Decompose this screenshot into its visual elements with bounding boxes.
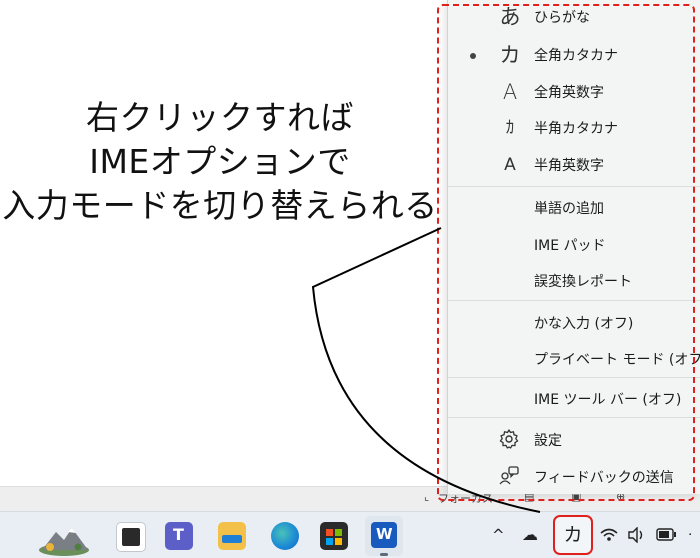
- volume-icon[interactable]: [628, 527, 646, 543]
- wifi-icon[interactable]: [600, 528, 618, 542]
- task-view-icon[interactable]: [116, 522, 146, 552]
- ime-mode-glyph: カ: [563, 524, 583, 546]
- tray-chevron-icon[interactable]: ^: [492, 526, 505, 544]
- store-icon[interactable]: [320, 522, 348, 550]
- file-explorer-icon[interactable]: [218, 522, 246, 550]
- annotation-line-2: IMEオプションで: [89, 142, 351, 181]
- onedrive-icon[interactable]: ☁: [522, 526, 538, 544]
- teams-icon[interactable]: T: [165, 522, 193, 550]
- annotation-line-3: 入力モードを切り替えられる: [2, 186, 438, 225]
- taskbar: T W ^ ☁ カ ᐧ: [0, 511, 700, 558]
- weather-widget-icon[interactable]: [38, 520, 90, 556]
- ime-mode-indicator[interactable]: カ: [553, 515, 593, 555]
- word-taskbar-button[interactable]: W: [365, 516, 403, 556]
- focus-icon: ⌞: [424, 490, 430, 503]
- edge-browser-icon[interactable]: [271, 522, 299, 550]
- annotation-line-1: 右クリックすれば: [86, 98, 354, 137]
- more-tray-icon[interactable]: ᐧ: [688, 526, 692, 544]
- battery-icon[interactable]: [656, 528, 678, 542]
- annotation-text: 右クリックすれば IMEオプションで 入力モードを切り替えられる: [0, 96, 440, 228]
- menu-highlight-frame: [437, 4, 695, 501]
